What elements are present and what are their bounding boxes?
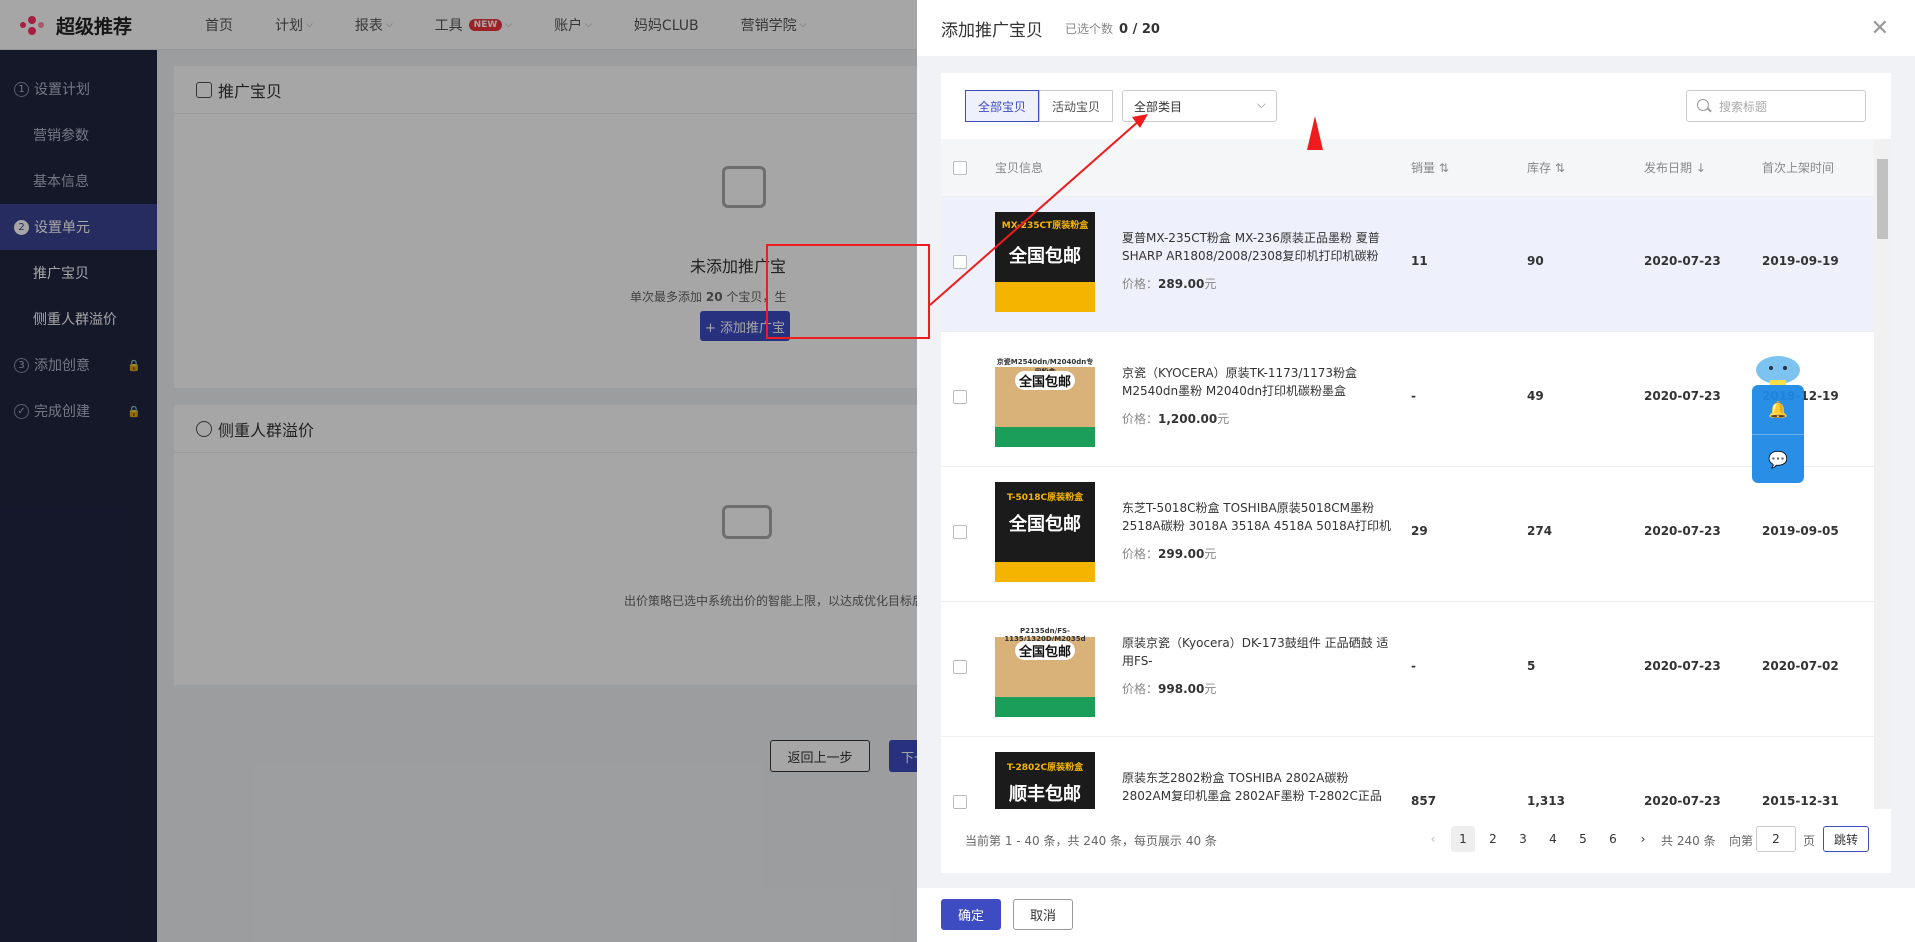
annotation-arrows bbox=[929, 114, 1323, 306]
